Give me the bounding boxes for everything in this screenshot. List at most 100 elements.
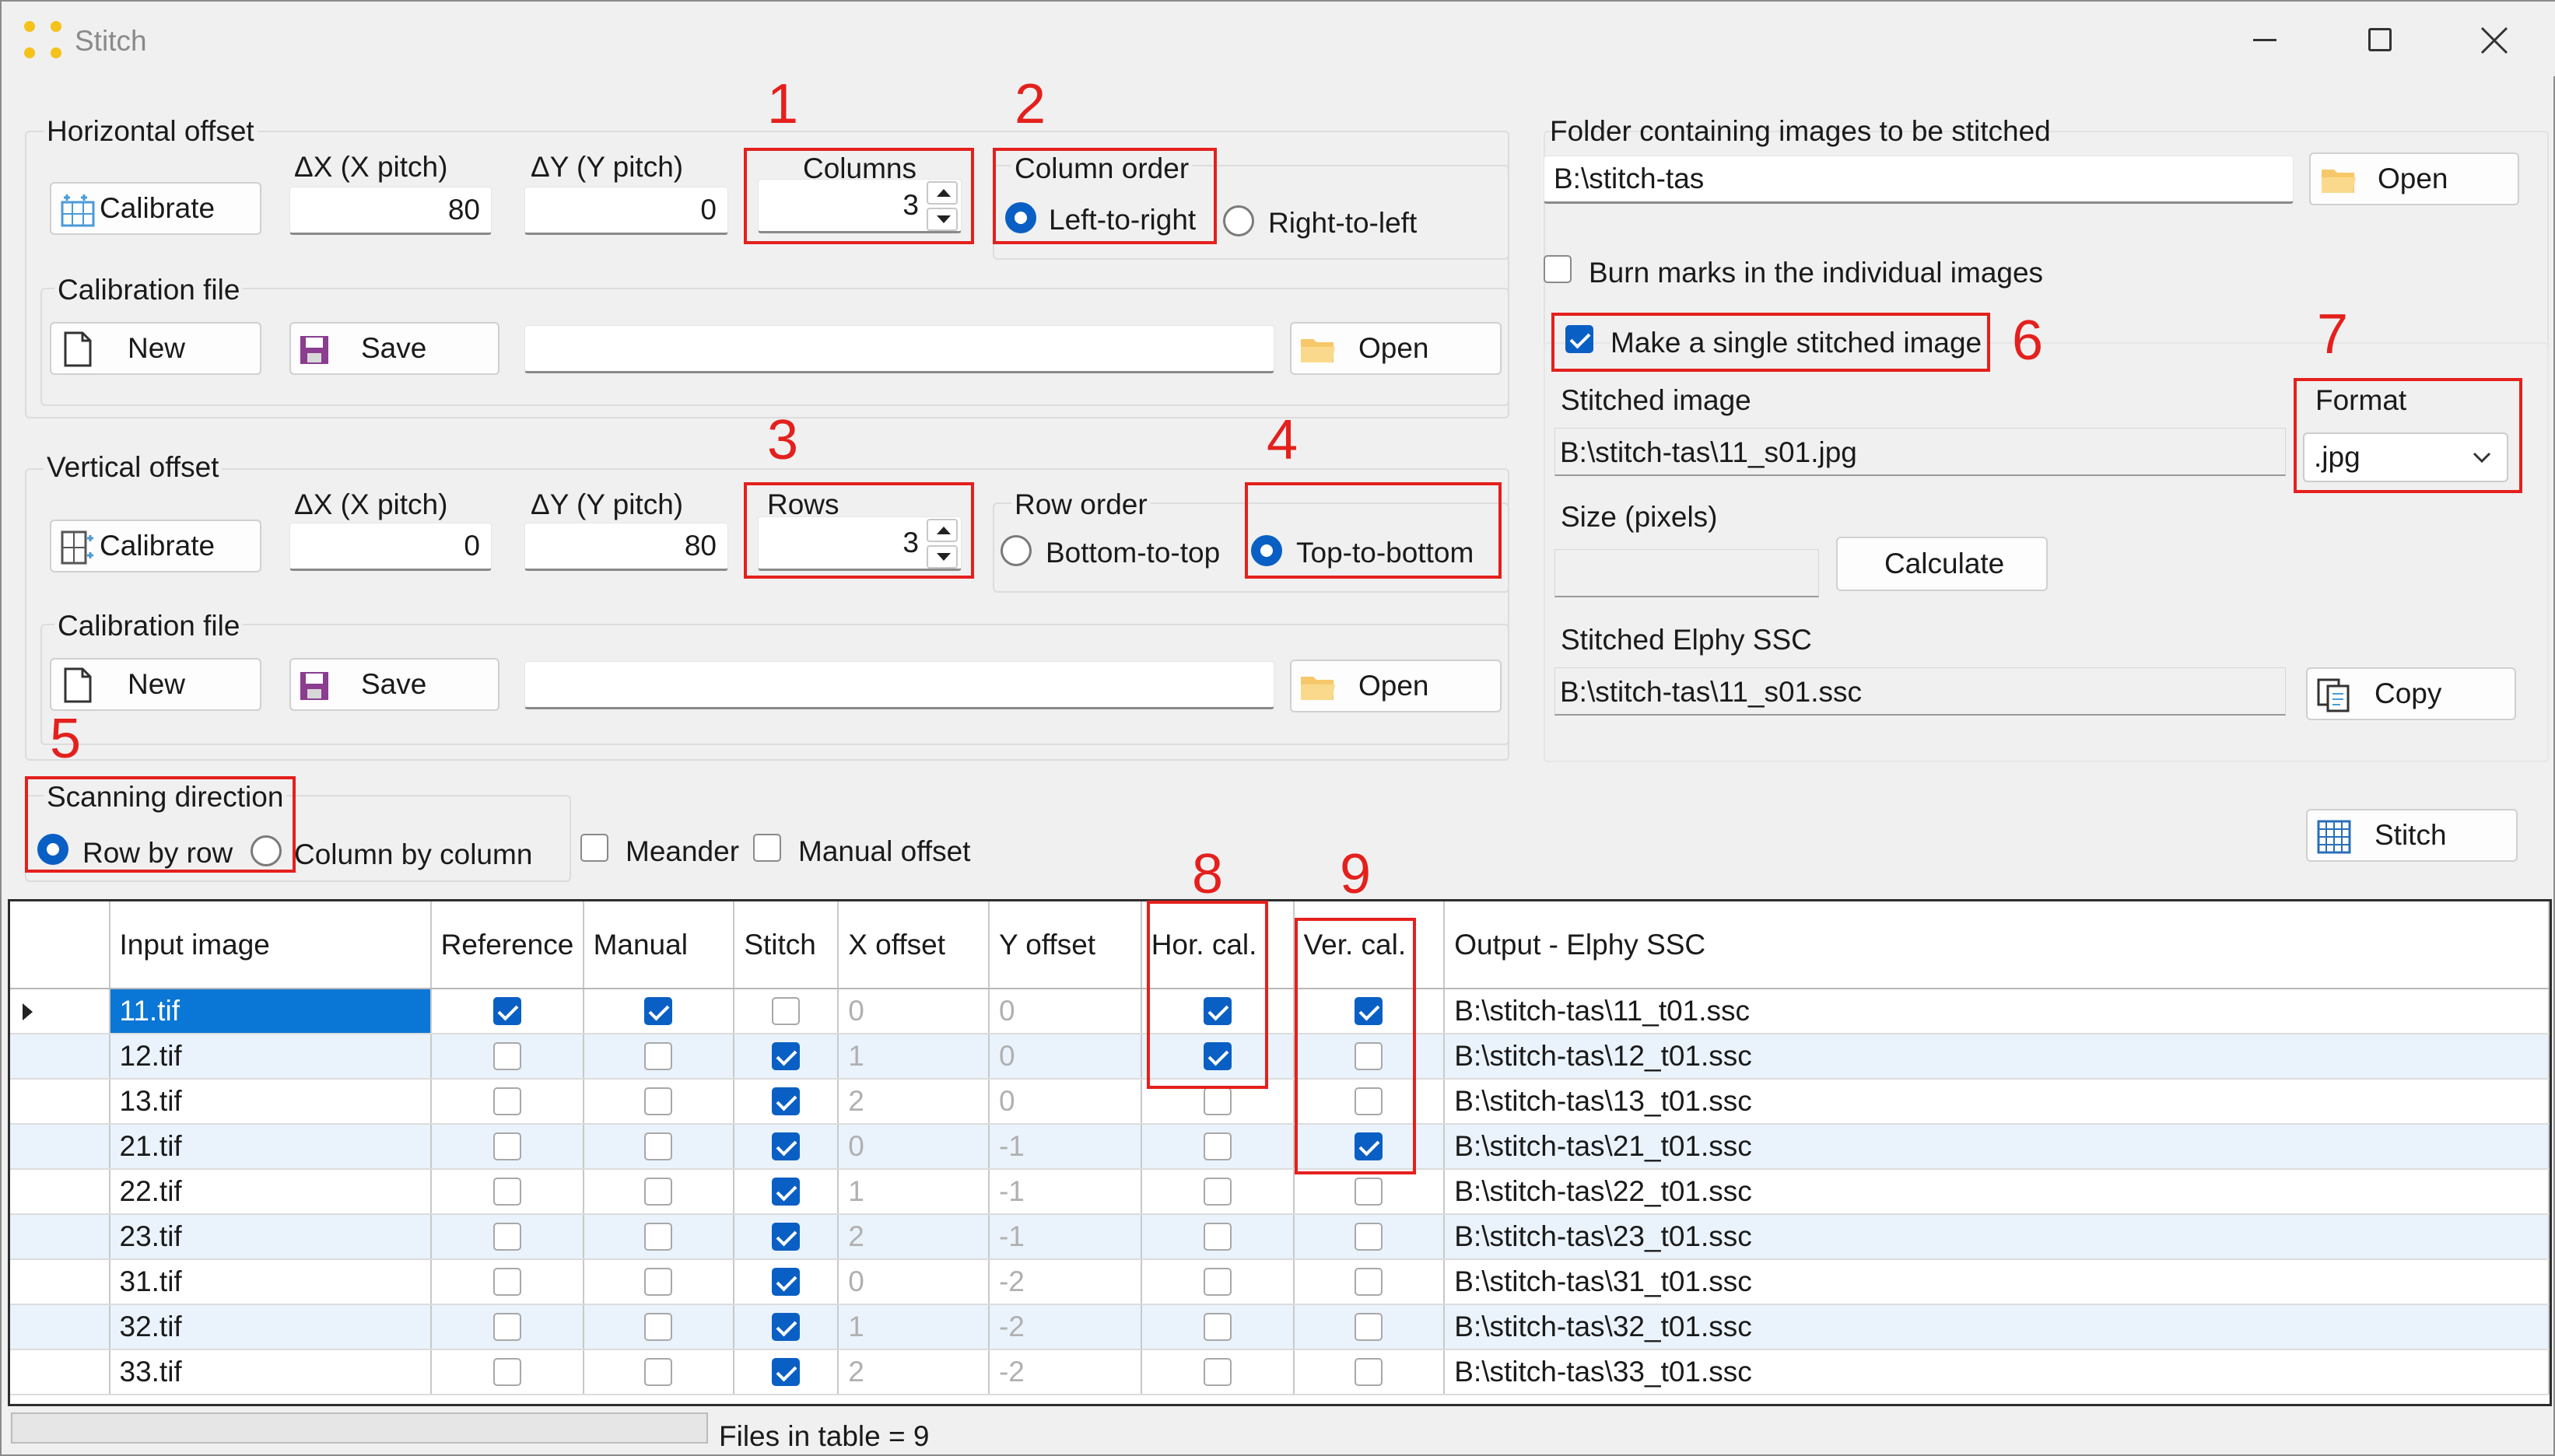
reference-checkbox[interactable]: [492, 1313, 521, 1341]
x-offset-cell[interactable]: 0: [838, 1124, 990, 1170]
copy-button[interactable]: Copy: [2306, 667, 2516, 720]
input-image-cell[interactable]: 22.tif: [109, 1169, 432, 1215]
input-image-cell[interactable]: 32.tif: [109, 1304, 432, 1350]
table-row[interactable]: 11.tif 0 0 B:\stitch-tas\11_t01.ssc: [10, 989, 2550, 1034]
burn-marks-checkbox[interactable]: [1544, 255, 1572, 283]
v-calibration-file-field[interactable]: [524, 661, 1274, 709]
reference-cell[interactable]: [430, 1169, 584, 1215]
y-offset-cell[interactable]: -1: [988, 1169, 1142, 1215]
manual-cell[interactable]: [583, 1169, 735, 1215]
stitch-checkbox[interactable]: [772, 1313, 801, 1341]
manual-cell[interactable]: [583, 1304, 735, 1350]
table-row[interactable]: 21.tif 0 -1 B:\stitch-tas\21_t01.ssc: [10, 1124, 2550, 1170]
x-offset-cell[interactable]: 2: [838, 1214, 990, 1260]
output-ssc-cell[interactable]: B:\stitch-tas\13_t01.ssc: [1444, 1079, 2550, 1125]
manual-offset-label[interactable]: Manual offset: [798, 837, 970, 866]
x-offset-cell[interactable]: 0: [838, 989, 990, 1034]
stitch-cell[interactable]: [734, 1169, 839, 1215]
stitch-checkbox[interactable]: [772, 1132, 801, 1160]
bottom-to-top-label[interactable]: Bottom-to-top: [1046, 538, 1220, 567]
stitch-checkbox[interactable]: [772, 1268, 801, 1296]
stitch-checkbox[interactable]: [772, 1042, 801, 1070]
manual-checkbox[interactable]: [644, 1223, 673, 1251]
y-offset-cell[interactable]: 0: [988, 989, 1142, 1034]
ssc-field[interactable]: B:\stitch-tas\11_s01.ssc: [1554, 667, 2286, 716]
stitch-checkbox[interactable]: [772, 1223, 801, 1251]
ver-cal-cell[interactable]: [1293, 1169, 1446, 1215]
ver-cal-checkbox[interactable]: [1355, 1268, 1383, 1296]
reference-checkbox[interactable]: [492, 997, 521, 1025]
reference-cell[interactable]: [430, 1214, 584, 1260]
col-reference[interactable]: Reference: [430, 901, 584, 989]
reference-checkbox[interactable]: [492, 1087, 521, 1115]
close-icon[interactable]: [2479, 25, 2510, 56]
row-indicator[interactable]: [10, 1124, 110, 1170]
ver-cal-cell[interactable]: [1293, 1214, 1446, 1260]
input-image-cell[interactable]: 33.tif: [109, 1349, 432, 1395]
manual-checkbox[interactable]: [644, 1313, 673, 1341]
output-ssc-cell[interactable]: B:\stitch-tas\21_t01.ssc: [1444, 1124, 2550, 1170]
calculate-button[interactable]: Calculate: [1836, 537, 2048, 591]
y-offset-cell[interactable]: -2: [988, 1259, 1142, 1305]
h-dy-field[interactable]: 0: [524, 187, 728, 235]
reference-checkbox[interactable]: [492, 1358, 521, 1386]
input-image-cell[interactable]: 12.tif: [109, 1034, 432, 1080]
stitched-image-field[interactable]: B:\stitch-tas\11_s01.jpg: [1554, 428, 2286, 476]
reference-cell[interactable]: [430, 1079, 584, 1125]
stitch-checkbox[interactable]: [772, 1178, 801, 1206]
h-calibration-file-field[interactable]: [524, 325, 1274, 373]
row-indicator[interactable]: [10, 989, 110, 1034]
files-table[interactable]: Input image Reference Manual Stitch X of…: [8, 899, 2552, 1406]
stitch-checkbox[interactable]: [772, 1358, 801, 1386]
hor-cal-checkbox[interactable]: [1203, 1087, 1232, 1115]
stitch-cell[interactable]: [734, 989, 839, 1034]
table-row[interactable]: 31.tif 0 -2 B:\stitch-tas\31_t01.ssc: [10, 1259, 2550, 1305]
manual-checkbox[interactable]: [644, 1132, 673, 1160]
reference-checkbox[interactable]: [492, 1132, 521, 1160]
folder-field[interactable]: B:\stitch-tas: [1544, 156, 2294, 204]
manual-cell[interactable]: [583, 1124, 735, 1170]
reference-cell[interactable]: [430, 1259, 584, 1305]
row-indicator[interactable]: [10, 1304, 110, 1350]
x-offset-cell[interactable]: 0: [838, 1259, 990, 1305]
stitch-checkbox[interactable]: [772, 997, 801, 1025]
input-image-cell[interactable]: 21.tif: [109, 1124, 432, 1170]
hor-cal-cell[interactable]: [1141, 1169, 1295, 1215]
reference-checkbox[interactable]: [492, 1268, 521, 1296]
manual-checkbox[interactable]: [644, 1042, 673, 1070]
y-offset-cell[interactable]: -1: [988, 1124, 1142, 1170]
reference-cell[interactable]: [430, 989, 584, 1034]
column-by-column-label[interactable]: Column by column: [294, 840, 532, 869]
burn-marks-label[interactable]: Burn marks in the individual images: [1589, 258, 2043, 287]
hor-cal-cell[interactable]: [1141, 1349, 1295, 1395]
row-indicator[interactable]: [10, 1349, 110, 1395]
table-row[interactable]: 12.tif 1 0 B:\stitch-tas\12_t01.ssc: [10, 1034, 2550, 1080]
v-dy-field[interactable]: 80: [524, 523, 728, 571]
hor-cal-checkbox[interactable]: [1203, 1358, 1232, 1386]
manual-cell[interactable]: [583, 1349, 735, 1395]
reference-cell[interactable]: [430, 1304, 584, 1350]
manual-cell[interactable]: [583, 1214, 735, 1260]
reference-cell[interactable]: [430, 1034, 584, 1080]
reference-checkbox[interactable]: [492, 1178, 521, 1206]
col-manual[interactable]: Manual: [583, 901, 735, 989]
ver-cal-cell[interactable]: [1293, 1259, 1446, 1305]
v-dx-field[interactable]: 0: [289, 523, 492, 571]
ver-cal-checkbox[interactable]: [1355, 1358, 1383, 1386]
meander-checkbox[interactable]: [580, 834, 608, 862]
ver-cal-checkbox[interactable]: [1355, 1313, 1383, 1341]
x-offset-cell[interactable]: 2: [838, 1079, 990, 1125]
folder-open-button[interactable]: Open: [2309, 152, 2519, 205]
hor-cal-cell[interactable]: [1141, 1304, 1295, 1350]
bottom-to-top-radio[interactable]: [1001, 535, 1032, 566]
stitch-cell[interactable]: [734, 1124, 839, 1170]
ver-cal-cell[interactable]: [1293, 1304, 1446, 1350]
input-image-cell[interactable]: 23.tif: [109, 1214, 432, 1260]
hor-cal-checkbox[interactable]: [1203, 1223, 1232, 1251]
ver-cal-cell[interactable]: [1293, 1349, 1446, 1395]
output-ssc-cell[interactable]: B:\stitch-tas\23_t01.ssc: [1444, 1214, 2550, 1260]
right-to-left-radio[interactable]: [1223, 205, 1254, 236]
stitch-button[interactable]: Stitch: [2306, 809, 2518, 862]
hor-cal-cell[interactable]: [1141, 1214, 1295, 1260]
ver-cal-checkbox[interactable]: [1355, 1223, 1383, 1251]
